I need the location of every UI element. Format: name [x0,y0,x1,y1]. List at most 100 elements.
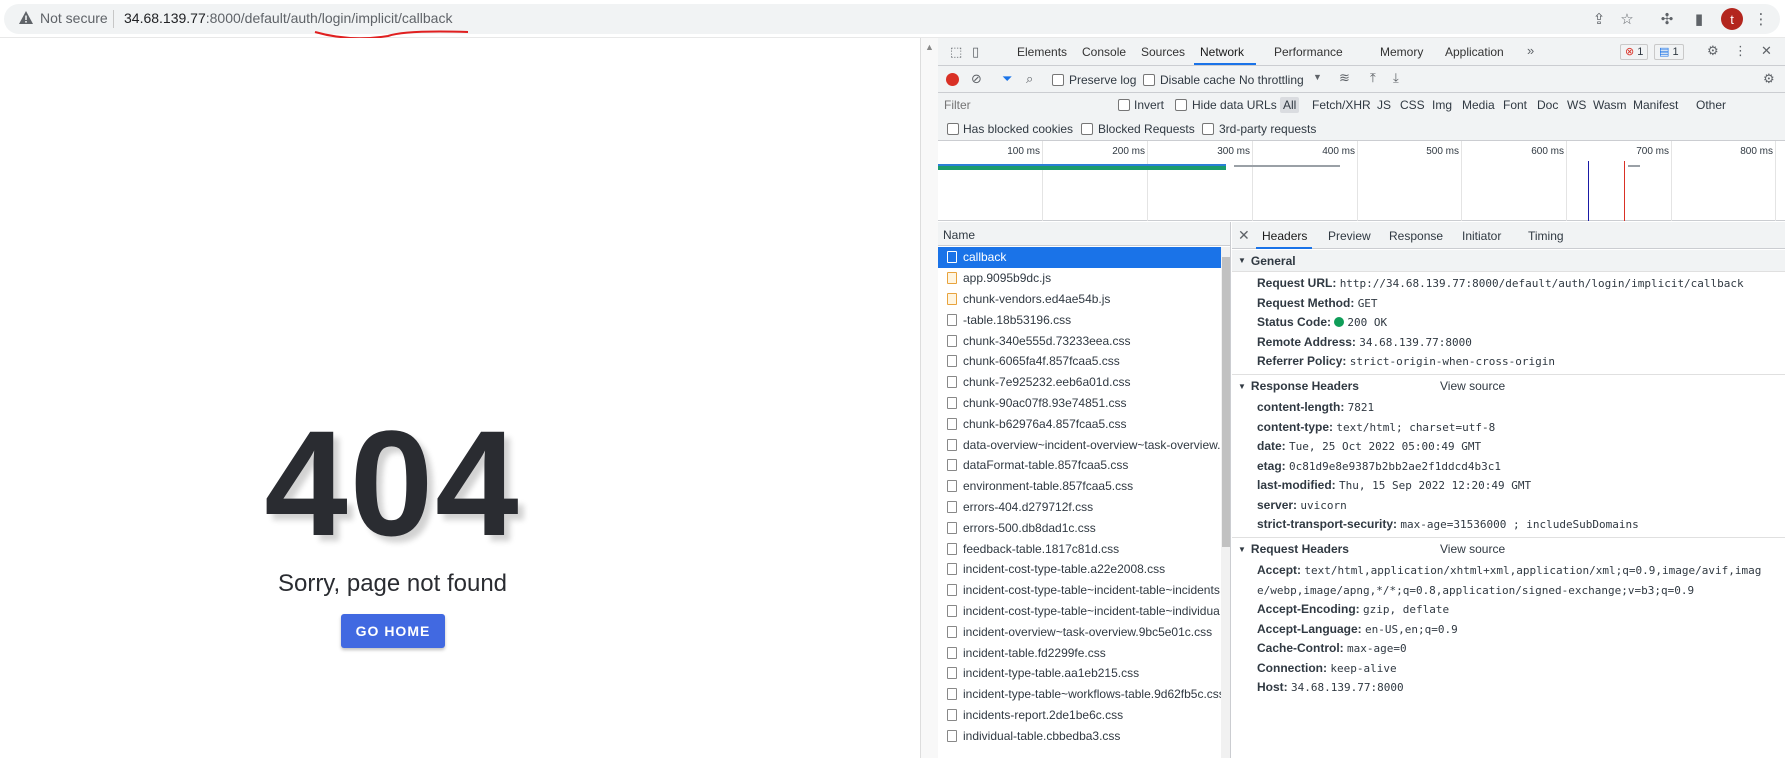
request-row[interactable]: feedback-table.1817c81d.css [938,538,1221,559]
request-row[interactable]: app.9095b9dc.js [938,268,1221,289]
header-value: e/webp,image/apng,*/*;q=0.8,application/… [1257,583,1695,597]
tab-performance[interactable]: Performance [1274,45,1343,59]
throttling-select[interactable]: No throttling [1239,73,1304,87]
request-row[interactable]: data-overview~incident-overview~task-ove… [938,434,1221,455]
blocked-requests-checkbox[interactable] [1081,123,1093,135]
request-row[interactable]: dataFormat-table.857fcaa5.css [938,455,1221,476]
type-filter-fetch-xhr[interactable]: Fetch/XHR [1309,97,1374,113]
clear-icon[interactable]: ⊘ [971,71,982,87]
filter-input[interactable] [944,96,1104,114]
type-filter-media[interactable]: Media [1459,97,1498,113]
type-filter-wasm[interactable]: Wasm [1590,97,1630,113]
inspect-element-icon[interactable]: ⬚ [950,44,962,60]
invert-checkbox[interactable] [1118,99,1130,111]
bookmark-star-icon[interactable]: ☆ [1617,9,1637,29]
devtools-menu-icon[interactable]: ⋮ [1734,43,1747,59]
name-column-header[interactable]: Name [938,222,1230,246]
go-home-button[interactable]: GO HOME [341,614,445,648]
disable-cache-checkbox[interactable] [1143,74,1155,86]
request-row[interactable]: incident-table.fd2299fe.css [938,642,1221,663]
request-row[interactable]: -table.18b53196.css [938,309,1221,330]
request-row[interactable]: individual-table.cbbedba3.css [938,725,1221,746]
request-row[interactable]: chunk-b62976a4.857fcaa5.css [938,413,1221,434]
export-har-icon[interactable]: ⤓ [1393,70,1399,86]
response-headers-section-header[interactable]: ▼ Response Headers View source [1232,375,1785,397]
type-filter-manifest[interactable]: Manifest [1630,97,1681,113]
type-filter-js[interactable]: JS [1374,97,1394,113]
filter-funnel-icon[interactable]: ⏷ [1002,71,1012,87]
request-list-scrollbar[interactable] [1221,247,1230,758]
request-row[interactable]: incident-type-table~workflows-table.9d62… [938,684,1221,705]
header-value: text/html; charset=utf-8 [1336,420,1496,434]
type-filter-ws[interactable]: WS [1564,97,1589,113]
request-view-source-link[interactable]: View source [1440,542,1505,556]
tab-memory[interactable]: Memory [1380,45,1423,59]
type-filter-doc[interactable]: Doc [1534,97,1561,113]
chevron-down-icon[interactable]: ▼ [1313,72,1322,82]
scroll-up-arrow-icon[interactable]: ▲ [925,42,934,52]
request-row[interactable]: incident-cost-type-table~incident-table~… [938,580,1221,601]
detail-tab-preview[interactable]: Preview [1328,229,1371,243]
request-row[interactable]: errors-500.db8dad1c.css [938,517,1221,538]
tab-sources[interactable]: Sources [1141,45,1185,59]
request-row[interactable]: chunk-90ac07f8.93e74851.css [938,393,1221,414]
security-label[interactable]: Not secure [40,10,108,26]
hide-data-urls-checkbox[interactable] [1175,99,1187,111]
kebab-menu-icon[interactable]: ⋮ [1751,9,1771,29]
tab-console[interactable]: Console [1082,45,1126,59]
request-row[interactable]: incident-overview~task-overview.9bc5e01c… [938,621,1221,642]
url-text[interactable]: 34.68.139.77:8000/default/auth/login/imp… [124,10,452,26]
request-row[interactable]: incident-cost-type-table.a22e2008.css [938,559,1221,580]
side-panel-icon[interactable]: ▮ [1689,9,1709,29]
network-conditions-wifi-icon[interactable]: ≋ [1339,70,1350,86]
has-blocked-cookies-checkbox[interactable] [947,123,959,135]
settings-gear-icon[interactable]: ⚙ [1707,43,1719,59]
request-row[interactable]: environment-table.857fcaa5.css [938,476,1221,497]
request-row[interactable]: incidents-report.2de1be6c.css [938,705,1221,726]
close-devtools-icon[interactable]: ✕ [1761,43,1772,59]
extensions-puzzle-icon[interactable]: ✣ [1657,9,1677,29]
scrollbar-thumb[interactable] [1222,257,1230,547]
header-key: date: [1257,439,1286,453]
more-tabs-chevron-icon[interactable]: » [1527,43,1534,58]
record-icon[interactable] [946,73,959,86]
detail-tab-timing[interactable]: Timing [1528,229,1564,243]
detail-tab-response[interactable]: Response [1389,229,1443,243]
type-filter-css[interactable]: CSS [1397,97,1428,113]
request-row[interactable]: errors-404.d279712f.css [938,497,1221,518]
tab-elements[interactable]: Elements [1017,45,1067,59]
request-row[interactable]: chunk-vendors.ed4ae54b.js [938,289,1221,310]
request-headers-section-header[interactable]: ▼ Request Headers View source [1232,538,1785,560]
request-row[interactable]: chunk-7e925232.eeb6a01d.css [938,372,1221,393]
header-key: last-modified: [1257,478,1336,492]
request-row[interactable]: incident-type-table.aa1eb215.css [938,663,1221,684]
share-icon[interactable]: ⇪ [1589,9,1609,29]
general-section-header[interactable]: ▼ General [1232,250,1785,272]
type-filter-img[interactable]: Img [1429,97,1455,113]
message-count-badge[interactable]: ▤ 1 [1654,44,1684,60]
device-toolbar-icon[interactable]: ▯ [972,44,979,60]
detail-tab-initiator[interactable]: Initiator [1462,229,1501,243]
third-party-checkbox[interactable] [1202,123,1214,135]
request-row[interactable]: callback [938,247,1221,268]
preserve-log-checkbox[interactable] [1052,74,1064,86]
type-filter-other[interactable]: Other [1693,97,1729,113]
network-overview-timeline[interactable]: 100 ms 200 ms 300 ms 400 ms 500 ms 600 m… [938,141,1785,221]
tab-network[interactable]: Network [1200,45,1244,59]
type-filter-font[interactable]: Font [1500,97,1530,113]
type-filter-all[interactable]: All [1280,97,1300,113]
request-row[interactable]: chunk-340e555d.73233eea.css [938,330,1221,351]
import-har-icon[interactable]: ⤒ [1370,70,1376,86]
error-count-badge[interactable]: ⊗ 1 [1620,44,1649,60]
request-row[interactable]: incident-cost-type-table~incident-table~… [938,601,1221,622]
network-settings-gear-icon[interactable]: ⚙ [1763,71,1775,87]
response-view-source-link[interactable]: View source [1440,379,1505,393]
detail-tab-headers[interactable]: Headers [1262,229,1307,243]
request-row[interactable]: chunk-6065fa4f.857fcaa5.css [938,351,1221,372]
devtools-resize-gutter[interactable]: ▲ [920,38,938,758]
warning-icon[interactable] [18,10,34,26]
tab-application[interactable]: Application [1445,45,1504,59]
close-detail-icon[interactable]: ✕ [1238,227,1250,244]
profile-avatar[interactable]: t [1721,8,1743,30]
search-icon[interactable]: ⌕ [1026,71,1033,87]
